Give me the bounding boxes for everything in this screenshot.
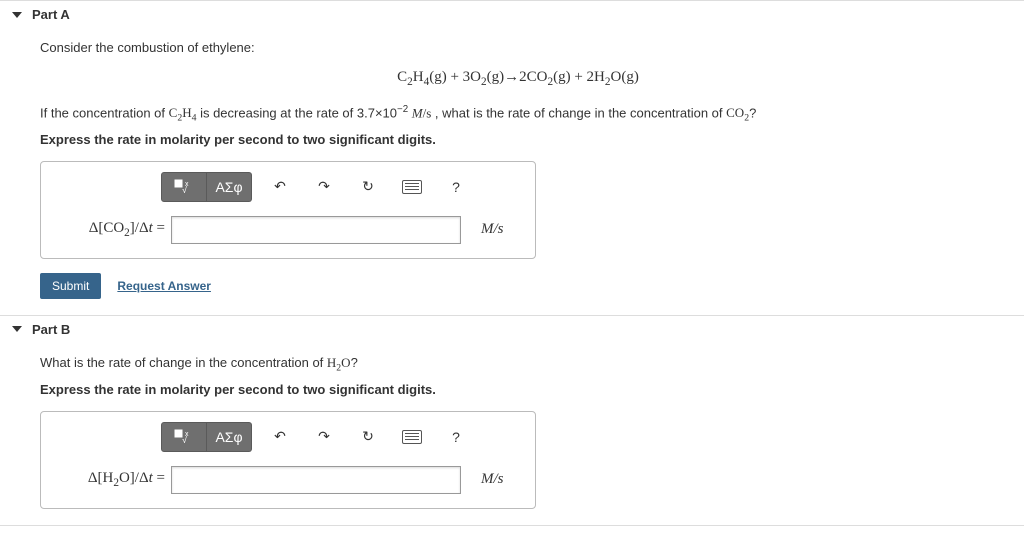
greek-button[interactable]: ΑΣφ [207,172,252,202]
chevron-down-icon [12,326,22,332]
templates-button[interactable]: x√ [161,172,207,202]
answer-label-a: Δ[CO2]/Δt = [53,220,171,239]
answer-box-b: x√ ΑΣφ ↶ ↷ ↻ ? Δ[H2O]/Δt = M/s [40,411,536,509]
help-icon[interactable]: ? [434,423,478,451]
toolbar-b: x√ ΑΣφ ↶ ↷ ↻ ? [161,422,523,452]
unit-a: M/s [481,221,504,238]
templates-button[interactable]: x√ [161,422,207,452]
unit-b: M/s [481,471,504,488]
submit-button[interactable]: Submit [40,273,101,299]
redo-icon[interactable]: ↷ [302,423,346,451]
instruction-b: Express the rate in molarity per second … [40,382,996,397]
greek-button[interactable]: ΑΣφ [207,422,252,452]
question-text-b: What is the rate of change in the concen… [40,355,996,374]
undo-icon[interactable]: ↶ [258,173,302,201]
answer-box-a: x√ ΑΣφ ↶ ↷ ↻ ? Δ[CO2]/Δt = M/s [40,161,536,259]
part-b-header[interactable]: Part B [0,316,1024,343]
chevron-down-icon [12,12,22,18]
toolbar-a: x√ ΑΣφ ↶ ↷ ↻ ? [161,172,523,202]
answer-input-a[interactable] [171,216,461,244]
instruction-a: Express the rate in molarity per second … [40,132,996,147]
reaction-equation: C2H4(g) + 3O2(g)→2CO2(g) + 2H2O(g) [40,69,996,88]
answer-label-b: Δ[H2O]/Δt = [53,470,171,489]
svg-text:√: √ [182,185,187,195]
answer-row-a: Δ[CO2]/Δt = M/s [53,216,523,244]
part-a-header[interactable]: Part A [0,1,1024,28]
reset-icon[interactable]: ↻ [346,423,390,451]
keyboard-icon[interactable] [390,423,434,451]
part-b-block: Part B What is the rate of change in the… [0,316,1024,526]
part-a-title: Part A [32,7,70,22]
part-b-title: Part B [32,322,70,337]
part-b-body: What is the rate of change in the concen… [0,343,1024,525]
help-icon[interactable]: ? [434,173,478,201]
part-a-body: Consider the combustion of ethylene: C2H… [0,28,1024,315]
reset-icon[interactable]: ↻ [346,173,390,201]
redo-icon[interactable]: ↷ [302,173,346,201]
intro-text: Consider the combustion of ethylene: [40,40,996,55]
part-a-block: Part A Consider the combustion of ethyle… [0,0,1024,316]
svg-text:√: √ [182,435,187,445]
undo-icon[interactable]: ↶ [258,423,302,451]
request-answer-link[interactable]: Request Answer [117,279,211,293]
question-text-a: If the concentration of C2H4 is decreasi… [40,104,996,124]
actions-a: Submit Request Answer [40,273,996,299]
answer-row-b: Δ[H2O]/Δt = M/s [53,466,523,494]
keyboard-icon[interactable] [390,173,434,201]
answer-input-b[interactable] [171,466,461,494]
